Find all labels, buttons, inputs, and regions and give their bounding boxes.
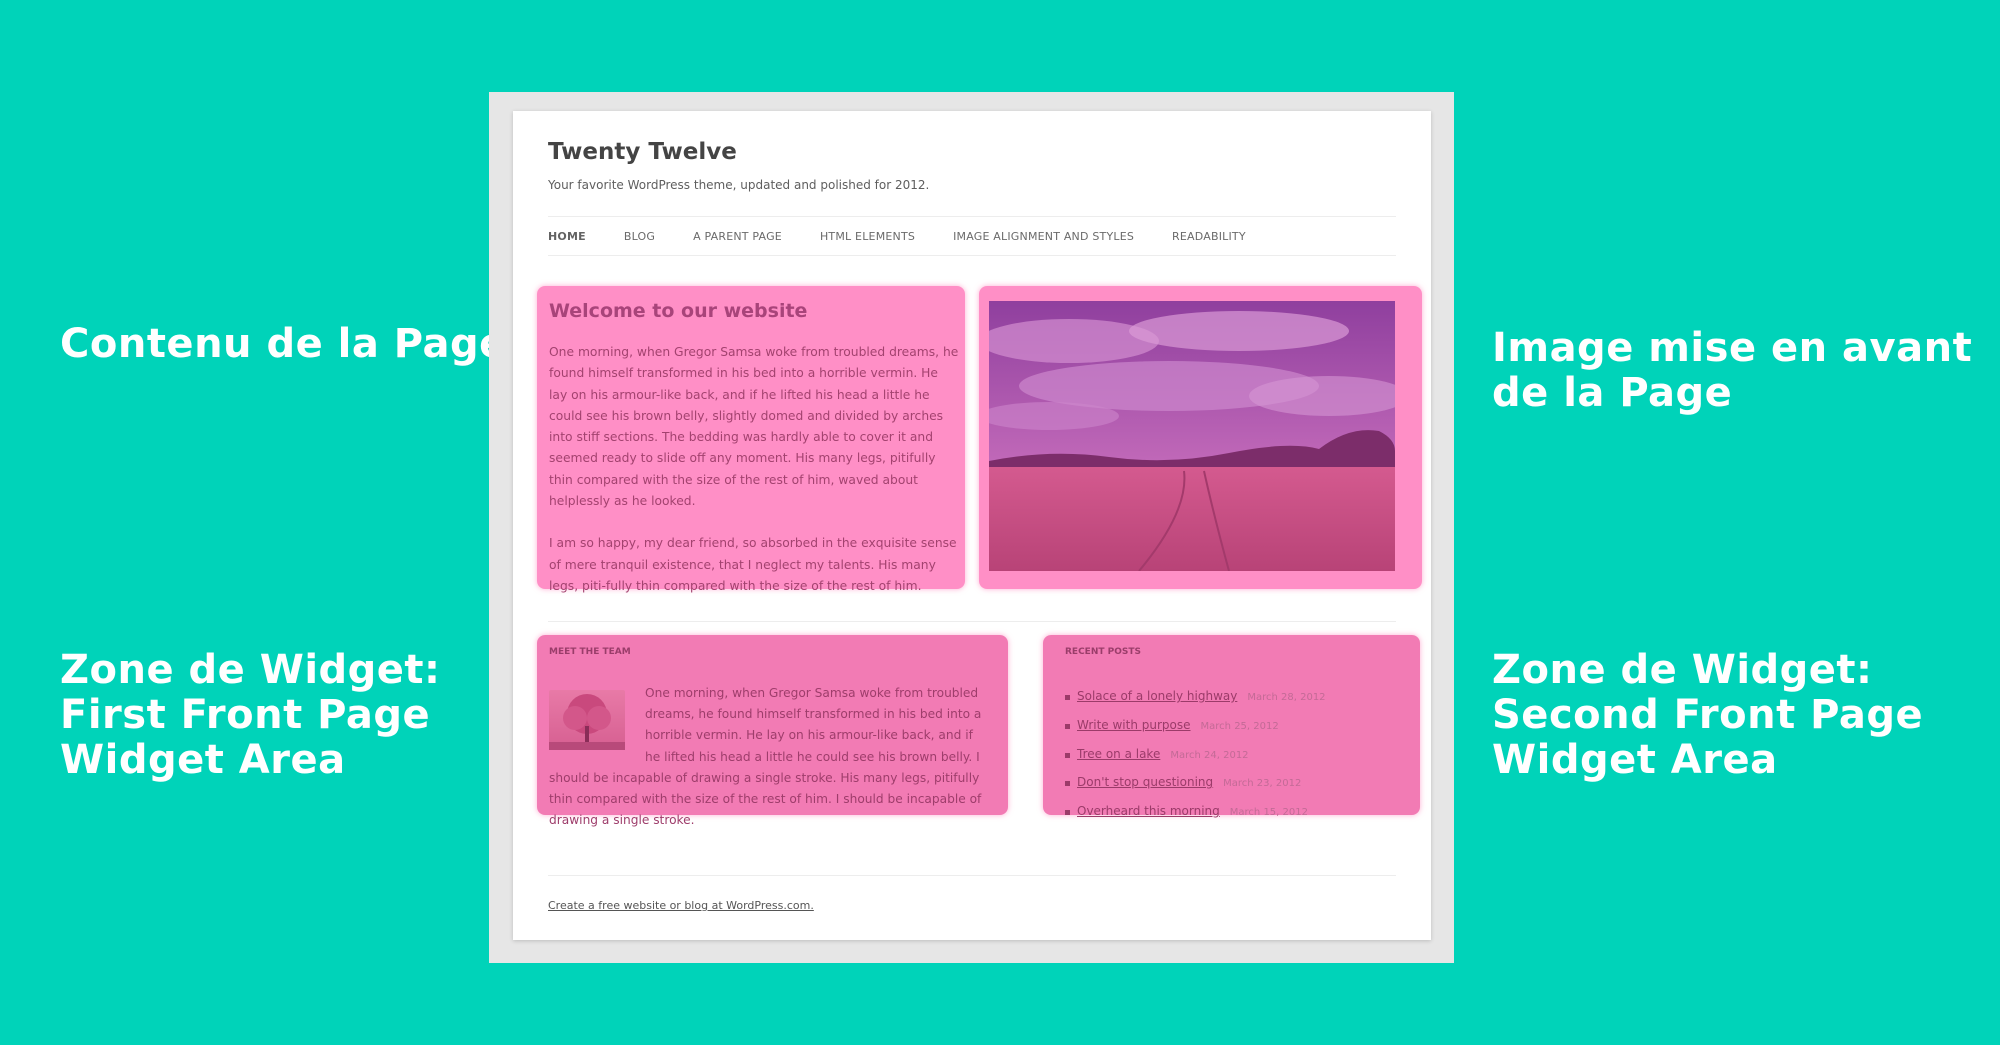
callout-featured-image: Image mise en avant de la Page — [1492, 326, 1972, 416]
callout-line: de la Page — [1492, 370, 1733, 416]
list-item: Solace of a lonely highway March 28, 2012 — [1065, 683, 1326, 712]
callout-line: Widget Area — [60, 737, 346, 783]
site-title[interactable]: Twenty Twelve — [548, 139, 737, 165]
callout-line: Second Front Page — [1492, 692, 1924, 738]
content-divider — [548, 621, 1396, 622]
first-widget-area-highlight: MEET THE TEAM One morning, when Gregor S… — [537, 635, 1008, 827]
list-item: Overheard this morning March 15, 2012 — [1065, 798, 1326, 827]
website-page: Twenty Twelve Your favorite WordPress th… — [513, 111, 1431, 940]
second-widget-area-highlight: RECENT POSTS Solace of a lonely highway M… — [1043, 635, 1420, 818]
callout-first-widget-area: Zone de Widget: First Front Page Widget … — [60, 648, 441, 783]
list-item: Write with purpose March 25, 2012 — [1065, 712, 1326, 741]
main-navigation: HOME BLOG A PARENT PAGE HTML ELEMENTS IM… — [548, 216, 1396, 256]
widget-title: RECENT POSTS — [1065, 647, 1141, 657]
post-date: March 28, 2012 — [1247, 692, 1326, 703]
list-item: Don't stop questioning March 23, 2012 — [1065, 769, 1326, 798]
post-link[interactable]: Don't stop questioning — [1077, 775, 1213, 789]
nav-item-readability[interactable]: READABILITY — [1172, 230, 1246, 243]
callout-line: First Front Page — [60, 692, 431, 738]
featured-image — [989, 301, 1395, 571]
featured-image-highlight — [979, 286, 1422, 589]
list-item: Tree on a lake March 24, 2012 — [1065, 741, 1326, 770]
nav-item-parent-page[interactable]: A PARENT PAGE — [693, 230, 782, 243]
screenshot-frame: Twenty Twelve Your favorite WordPress th… — [489, 92, 1454, 963]
callout-line: Zone de Widget: — [60, 647, 441, 693]
post-date: March 15, 2012 — [1229, 807, 1308, 819]
nav-item-home[interactable]: HOME — [548, 230, 586, 243]
post-date: March 24, 2012 — [1170, 749, 1249, 761]
nav-item-html-elements[interactable]: HTML ELEMENTS — [820, 230, 915, 243]
content-paragraph: One morning, when Gregor Samsa woke from… — [549, 345, 959, 509]
callout-line: Zone de Widget: — [1492, 647, 1873, 693]
widget-title: MEET THE TEAM — [549, 647, 631, 657]
post-link[interactable]: Overheard this morning — [1077, 804, 1220, 818]
post-date: March 25, 2012 — [1200, 720, 1279, 732]
footer-wordpress-link[interactable]: Create a free website or blog at WordPre… — [548, 899, 814, 912]
site-description: Your favorite WordPress theme, updated a… — [548, 178, 930, 192]
callout-line: Contenu de la Page — [60, 321, 507, 367]
page-content-highlight: Welcome to our website One morning, when… — [537, 286, 965, 593]
team-description: One morning, when Gregor Samsa woke from… — [549, 686, 982, 828]
callout-line: Widget Area — [1492, 737, 1778, 783]
post-link[interactable]: Tree on a lake — [1077, 747, 1160, 761]
recent-posts-list: Solace of a lonely highway March 28, 2012… — [1065, 683, 1326, 827]
nav-item-image-alignment[interactable]: IMAGE ALIGNMENT AND STYLES — [953, 230, 1134, 243]
footer-divider — [548, 875, 1396, 876]
callout-second-widget-area: Zone de Widget: Second Front Page Widget… — [1492, 648, 1923, 783]
post-date: March 23, 2012 — [1223, 778, 1302, 790]
nav-item-blog[interactable]: BLOG — [624, 230, 655, 243]
post-link[interactable]: Solace of a lonely highway — [1077, 689, 1237, 703]
callout-line: Image mise en avant — [1492, 325, 1973, 371]
post-link[interactable]: Write with purpose — [1077, 718, 1191, 732]
content-paragraph: I am so happy, my dear friend, so absorb… — [549, 536, 957, 593]
content-heading: Welcome to our website — [549, 300, 808, 322]
callout-page-content: Contenu de la Page — [60, 322, 507, 367]
